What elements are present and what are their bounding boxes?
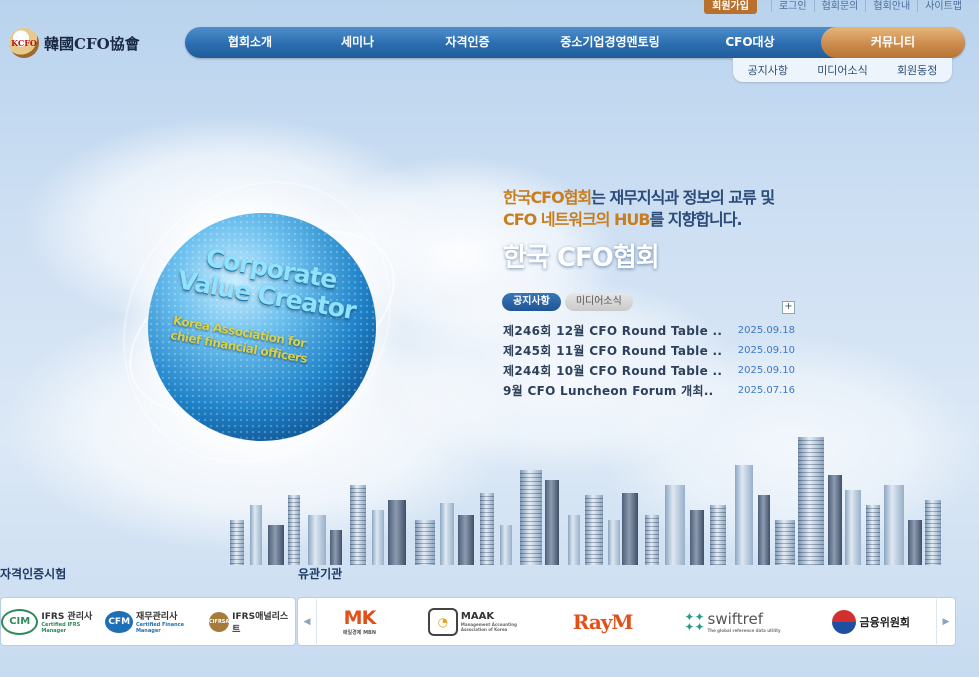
- news-list: 제246회 12월 CFO Round Table .. 2025.09.18 제…: [503, 321, 795, 401]
- news-tabs: 공지사항 미디어소식: [502, 293, 633, 311]
- cim-emblem-icon: CIM: [1, 608, 39, 635]
- cim-logo[interactable]: CIM IFRS 관리사 Certified IFRS Manager: [1, 608, 105, 635]
- maak-emblem-icon: ◔: [427, 607, 458, 636]
- tab-media[interactable]: 미디어소식: [564, 293, 633, 311]
- raym-logo[interactable]: RayM: [573, 610, 634, 634]
- hero-slogan: 한국CFO협회는 재무지식과 정보의 교류 및 CFO 네트워크의 HUB를 지…: [503, 188, 775, 273]
- logo-text: 韓國CFO協會: [44, 34, 140, 53]
- cert-heading: 자격인증시험: [0, 567, 67, 581]
- swiftref-emblem-icon: ✦✦ ✦✦: [684, 609, 705, 634]
- cfm-logo[interactable]: CFM 재무관리사 Certified Finance Manager: [105, 609, 209, 634]
- cifrsa-emblem-icon: CIFRSA: [209, 611, 229, 632]
- more-plus-icon[interactable]: +: [782, 301, 795, 314]
- about-link[interactable]: 협회안내: [865, 0, 917, 12]
- nav-item-seminar[interactable]: 세미나: [310, 27, 405, 58]
- globe-graphic: Corporate Value Creator Korea Associatio…: [68, 128, 446, 516]
- city-skyline: [190, 425, 950, 565]
- cifrsa-logo[interactable]: CIFRSA IFRS애널리스트: [209, 609, 295, 635]
- hero-banner: Corporate Value Creator Korea Associatio…: [0, 95, 979, 565]
- related-logo-carousel: ◀ MK 매일경제 MBN ◔ MAAK Management Accountin…: [297, 597, 956, 646]
- list-item[interactable]: 제246회 12월 CFO Round Table .. 2025.09.18: [503, 321, 795, 341]
- nav-item-certification[interactable]: 자격인증: [415, 27, 520, 58]
- inquiry-link[interactable]: 협회문의: [813, 0, 866, 12]
- fsc-logo[interactable]: 금융위원회: [832, 609, 910, 634]
- swiftref-logo[interactable]: ✦✦ ✦✦ swiftref The global reference data u…: [684, 610, 780, 633]
- hero-title: 한국 CFO협회: [503, 243, 660, 273]
- cfm-emblem-icon: CFM: [105, 610, 133, 633]
- tab-notice[interactable]: 공지사항: [502, 293, 561, 311]
- cert-logo-panel: CIM IFRS 관리사 Certified IFRS Manager CFM 재…: [0, 597, 296, 646]
- subnav-notice[interactable]: 공지사항: [748, 62, 788, 78]
- nav-item-community[interactable]: 커뮤니티: [821, 27, 965, 58]
- nav-item-cfo-award[interactable]: CFO대상: [700, 27, 800, 58]
- community-subnav: 공지사항 미디어소식 회원동정: [733, 58, 952, 82]
- subnav-media[interactable]: 미디어소식: [817, 62, 868, 78]
- login-link[interactable]: 로그인: [770, 0, 814, 12]
- sitemap-link[interactable]: 사이트맵: [917, 0, 969, 12]
- related-heading: 유관기관: [298, 567, 343, 581]
- mk-logo[interactable]: MK 매일경제 MBN: [343, 607, 376, 636]
- list-item[interactable]: 제244회 10월 CFO Round Table .. 2025.09.10: [503, 361, 795, 381]
- list-item[interactable]: 제245회 11월 CFO Round Table .. 2025.09.10: [503, 341, 795, 361]
- carousel-next-button[interactable]: ▶: [936, 599, 955, 644]
- subnav-members[interactable]: 회원동정: [897, 62, 937, 78]
- list-item[interactable]: 9월 CFO Luncheon Forum 개최.. 2025.07.16: [503, 381, 795, 401]
- taegeuk-icon: [832, 609, 857, 634]
- utility-bar: 회원가입 로그인 협회문의 협회안내 사이트맵: [704, 0, 969, 14]
- nav-item-mentoring[interactable]: 중소기업경영멘토링: [535, 27, 685, 58]
- maak-logo[interactable]: ◔ MAAK Management Accounting Association …: [427, 607, 521, 636]
- nav-item-about[interactable]: 협회소개: [200, 27, 300, 58]
- carousel-prev-button[interactable]: ◀: [298, 599, 317, 644]
- site-logo[interactable]: KCFO 韓國CFO協會: [9, 28, 140, 58]
- main-nav: 협회소개 세미나 자격인증 중소기업경영멘토링 CFO대상 커뮤니티: [185, 27, 965, 58]
- kcfo-emblem-icon: KCFO: [9, 28, 39, 58]
- join-button[interactable]: 회원가입: [704, 0, 757, 14]
